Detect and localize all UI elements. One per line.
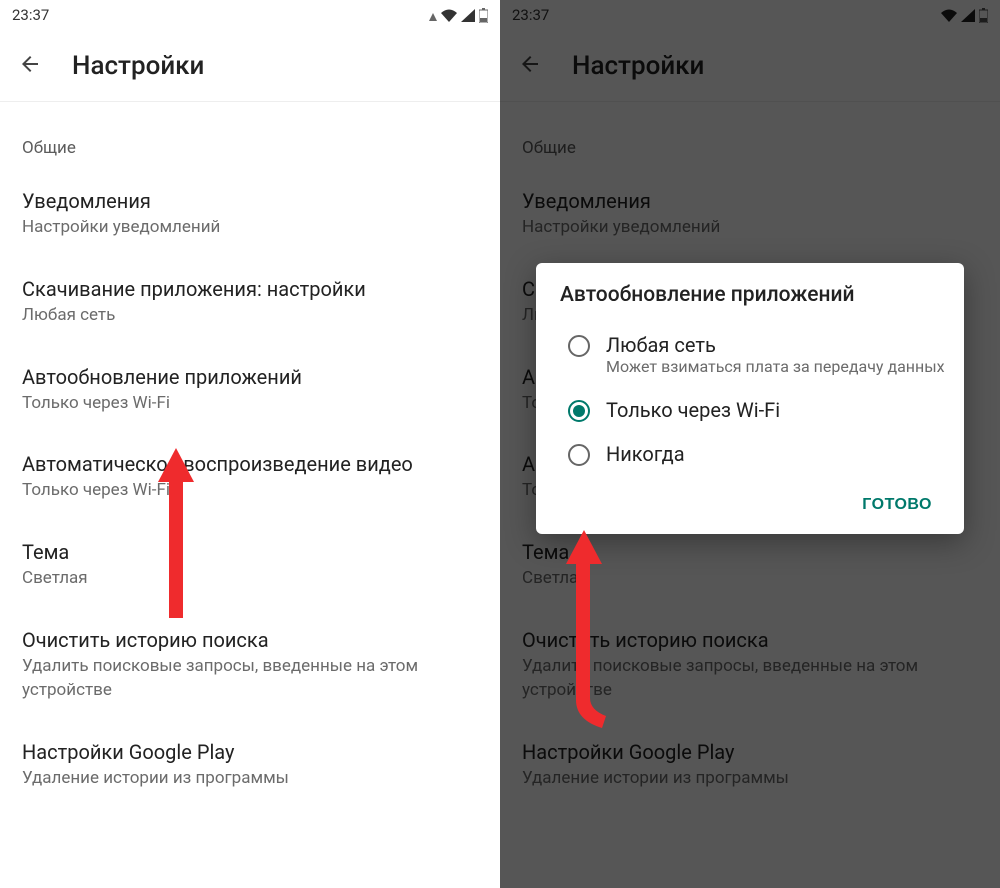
option-never[interactable]: Никогда (560, 432, 946, 476)
wifi-icon (441, 9, 457, 22)
item-clear-history[interactable]: Очистить историю поиска Удалить поисковы… (0, 609, 500, 721)
item-sub: Удаление истории из программы (22, 767, 478, 791)
radio-icon[interactable] (568, 444, 590, 466)
dialog-actions: ГОТОВО (560, 486, 946, 524)
radio-icon[interactable] (568, 335, 590, 357)
item-sub: Настройки уведомлений (22, 216, 478, 240)
page-title: Настройки (72, 51, 204, 81)
item-sub: Удалить поисковые запросы, введенные на … (22, 655, 478, 703)
item-title: Уведомления (22, 188, 478, 214)
topbar: Настройки (0, 30, 500, 102)
dialog-title: Автообновление приложений (560, 283, 946, 307)
caret-icon (429, 9, 437, 21)
battery-icon (479, 8, 488, 23)
item-theme[interactable]: Тема Светлая (0, 521, 500, 609)
item-autoupdate[interactable]: Автообновление приложений Только через W… (0, 346, 500, 434)
option-label: Никогда (606, 442, 685, 466)
status-time: 23:37 (12, 6, 49, 24)
option-label: Только через Wi-Fi (606, 398, 780, 422)
option-sub: Может взиматься плата за передачу данных (606, 357, 945, 378)
option-wifi-only[interactable]: Только через Wi-Fi (560, 388, 946, 432)
signal-icon (461, 9, 475, 22)
item-sub: Светлая (22, 567, 478, 591)
phone-left: 23:37 Настройки Общие Уведомления Настро… (0, 0, 500, 888)
item-download[interactable]: Скачивание приложения: настройки Любая с… (0, 258, 500, 346)
item-autoplay[interactable]: Автоматическое воспроизведение видео Тол… (0, 433, 500, 521)
item-sub: Только через Wi-Fi (22, 479, 478, 503)
item-title: Автоматическое воспроизведение видео (22, 451, 478, 477)
item-title: Очистить историю поиска (22, 627, 478, 653)
item-title: Автообновление приложений (22, 364, 478, 390)
option-label: Любая сеть (606, 333, 945, 357)
item-title: Настройки Google Play (22, 739, 478, 765)
item-notifications[interactable]: Уведомления Настройки уведомлений (0, 170, 500, 258)
item-sub: Любая сеть (22, 304, 478, 328)
section-general: Общие (0, 112, 500, 170)
status-icons (429, 8, 488, 23)
item-play-settings[interactable]: Настройки Google Play Удаление истории и… (0, 721, 500, 809)
back-icon[interactable] (18, 52, 42, 80)
settings-list[interactable]: Общие Уведомления Настройки уведомлений … (0, 102, 500, 888)
phone-right: 23:37 Настройки Общие Уведомления Настро… (500, 0, 1000, 888)
item-sub: Только через Wi-Fi (22, 392, 478, 416)
item-title: Скачивание приложения: настройки (22, 276, 478, 302)
done-button[interactable]: ГОТОВО (848, 486, 946, 524)
item-title: Тема (22, 539, 478, 565)
option-any-network[interactable]: Любая сеть Может взиматься плата за пере… (560, 323, 946, 388)
radio-icon-selected[interactable] (568, 400, 590, 422)
autoupdate-dialog: Автообновление приложений Любая сеть Мож… (536, 263, 964, 534)
status-bar: 23:37 (0, 0, 500, 30)
